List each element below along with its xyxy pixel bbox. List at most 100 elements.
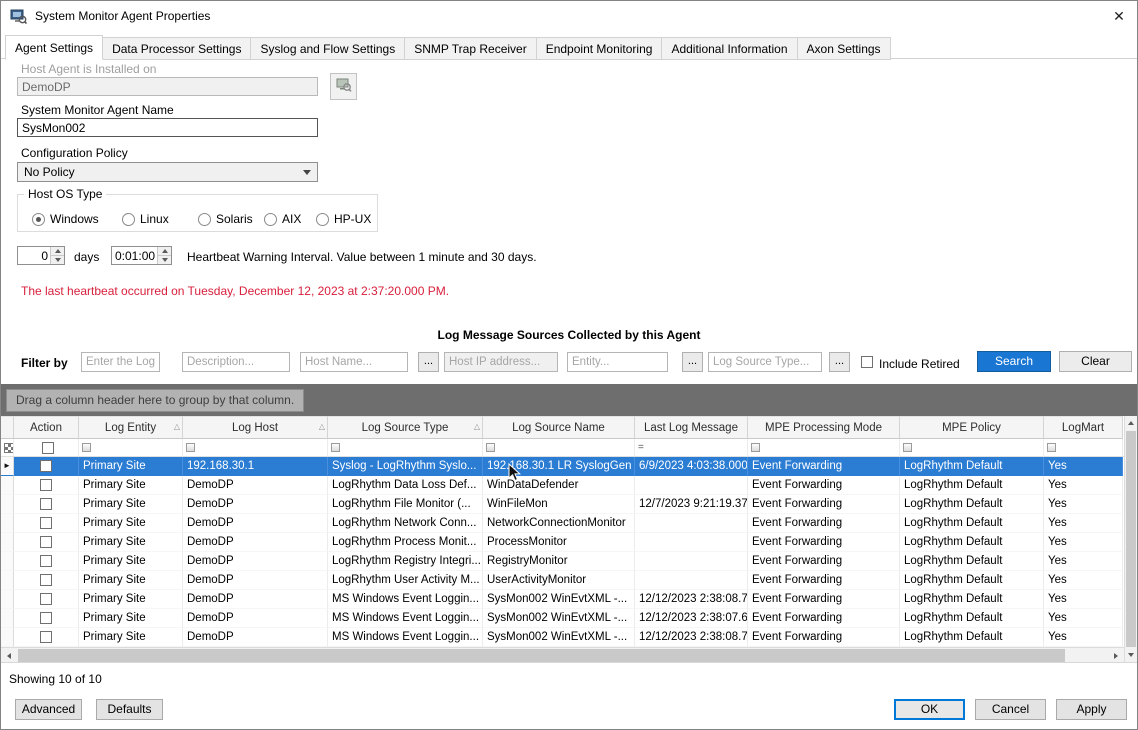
action-cell[interactable] [14,571,79,590]
tab-axon-settings[interactable]: Axon Settings [798,37,891,60]
row-checkbox[interactable] [40,593,52,605]
grid-header-action[interactable]: Action [14,416,79,439]
defaults-button[interactable]: Defaults [96,699,163,720]
advanced-button[interactable]: Advanced [15,699,82,720]
os-radio-linux[interactable]: Linux [122,212,169,226]
grid-row[interactable]: ►Primary Site192.168.30.1Syslog - LogRhy… [1,457,1124,476]
tab-additional-information[interactable]: Additional Information [662,37,797,60]
grid-filter-mpe-policy[interactable] [900,439,1044,456]
grid-header-log-source-type[interactable]: Log Source Type△ [328,416,483,439]
entity-browse-button[interactable]: ... [682,352,703,372]
grid-filter-mpe-processing-mode[interactable] [748,439,900,456]
action-cell[interactable] [14,476,79,495]
include-retired-checkbox[interactable] [861,356,873,368]
apply-button[interactable]: Apply [1056,699,1127,720]
vertical-scroll-thumb[interactable] [1126,431,1136,647]
grid-row[interactable]: Primary SiteDemoDPMS Windows Event Loggi… [1,590,1124,609]
grid-filter-logmart[interactable] [1044,439,1123,456]
host-name-filter-input[interactable] [300,352,408,372]
grid-row[interactable]: Primary SiteDemoDPLogRhythm Registry Int… [1,552,1124,571]
grid-filter-log-host[interactable] [183,439,328,456]
os-radio-solaris[interactable]: Solaris [198,212,253,226]
grid-row[interactable]: Primary SiteDemoDPLogRhythm File Monitor… [1,495,1124,514]
grid-row[interactable]: Primary SiteDemoDPLogRhythm User Activit… [1,571,1124,590]
log-source-filter-input[interactable] [81,352,160,372]
cancel-button[interactable]: Cancel [975,699,1046,720]
grid-filter-action[interactable] [14,439,79,456]
grid-filter-log-entity[interactable] [79,439,183,456]
grid-header-log-source-name[interactable]: Log Source Name [483,416,635,439]
grid-header-mpe-policy[interactable]: MPE Policy [900,416,1044,439]
tab-syslog-and-flow-settings[interactable]: Syslog and Flow Settings [251,37,405,60]
grid-filter-indicator[interactable] [1,439,14,456]
ok-button[interactable]: OK [894,699,965,720]
scroll-down-icon[interactable] [1125,648,1137,662]
scroll-right-icon[interactable] [1108,648,1124,662]
row-checkbox[interactable] [40,555,52,567]
grid-row[interactable]: Primary SiteDemoDPLogRhythm Process Moni… [1,533,1124,552]
action-cell[interactable] [14,552,79,571]
os-radio-aix[interactable]: AIX [264,212,301,226]
tab-data-processor-settings[interactable]: Data Processor Settings [103,37,251,60]
grid-header-last-log-message[interactable]: Last Log Message [635,416,748,439]
tab-agent-settings[interactable]: Agent Settings [5,35,103,60]
row-checkbox[interactable] [40,517,52,529]
grid-header-log-entity[interactable]: Log Entity△ [79,416,183,439]
grid-header-logmart[interactable]: LogMart [1044,416,1123,439]
row-checkbox[interactable] [40,574,52,586]
stepper-arrows[interactable] [157,247,171,264]
heartbeat-interval-stepper[interactable]: 0:01:00 [111,246,172,265]
stepper-arrows[interactable] [50,247,64,264]
horizontal-scrollbar[interactable] [1,647,1124,662]
stepper-up-icon[interactable] [158,247,171,256]
log-source-type-browse-button[interactable]: ... [829,352,850,372]
row-checkbox[interactable] [40,498,52,510]
action-cell[interactable] [14,628,79,647]
tab-snmp-trap-receiver[interactable]: SNMP Trap Receiver [405,37,536,60]
config-policy-select[interactable]: No Policy [17,162,318,182]
horizontal-scroll-track[interactable] [17,648,1108,662]
stepper-down-icon[interactable] [51,256,64,264]
stepper-up-icon[interactable] [51,247,64,256]
scroll-left-icon[interactable] [1,648,17,662]
scroll-up-icon[interactable] [1125,416,1137,430]
action-cell[interactable] [14,590,79,609]
host-name-browse-button[interactable]: ... [418,352,439,372]
action-cell[interactable] [14,495,79,514]
agent-name-input[interactable] [17,118,318,137]
grid-header-mpe-processing-mode[interactable]: MPE Processing Mode [748,416,900,439]
row-checkbox[interactable] [40,536,52,548]
os-radio-hp-ux[interactable]: HP-UX [316,212,371,226]
action-cell[interactable] [14,457,79,476]
grid-filter-log-source-name[interactable] [483,439,635,456]
horizontal-scroll-thumb[interactable] [18,649,1065,662]
grid-header-log-host[interactable]: Log Host△ [183,416,328,439]
grid-row[interactable]: Primary SiteDemoDPLogRhythm Data Loss De… [1,476,1124,495]
grid-row[interactable]: Primary SiteDemoDPMS Windows Event Loggi… [1,609,1124,628]
row-checkbox[interactable] [40,612,52,624]
row-checkbox[interactable] [40,631,52,643]
heartbeat-days-stepper[interactable]: 0 [17,246,65,265]
search-button[interactable]: Search [977,351,1051,372]
grid-filter-log-source-type[interactable] [328,439,483,456]
group-by-bar[interactable]: Drag a column header here to group by th… [1,384,1137,416]
select-all-checkbox[interactable] [42,442,54,454]
action-cell[interactable] [14,609,79,628]
description-filter-input[interactable] [182,352,290,372]
action-cell[interactable] [14,533,79,552]
vertical-scroll-track[interactable] [1125,430,1137,648]
grid-filter-last-log-message[interactable]: = [635,439,748,456]
entity-filter-input[interactable] [567,352,668,372]
grid-row[interactable]: Primary SiteDemoDPMS Windows Event Loggi… [1,628,1124,647]
row-checkbox[interactable] [40,460,52,472]
log-source-type-filter-input[interactable] [708,352,822,372]
tab-endpoint-monitoring[interactable]: Endpoint Monitoring [537,37,663,60]
close-icon[interactable]: ✕ [1101,1,1137,31]
stepper-down-icon[interactable] [158,256,171,264]
clear-button[interactable]: Clear [1059,351,1132,372]
grid-row[interactable]: Primary SiteDemoDPLogRhythm Network Conn… [1,514,1124,533]
os-radio-windows[interactable]: Windows [32,212,99,226]
action-cell[interactable] [14,514,79,533]
vertical-scrollbar[interactable] [1124,416,1137,662]
row-checkbox[interactable] [40,479,52,491]
